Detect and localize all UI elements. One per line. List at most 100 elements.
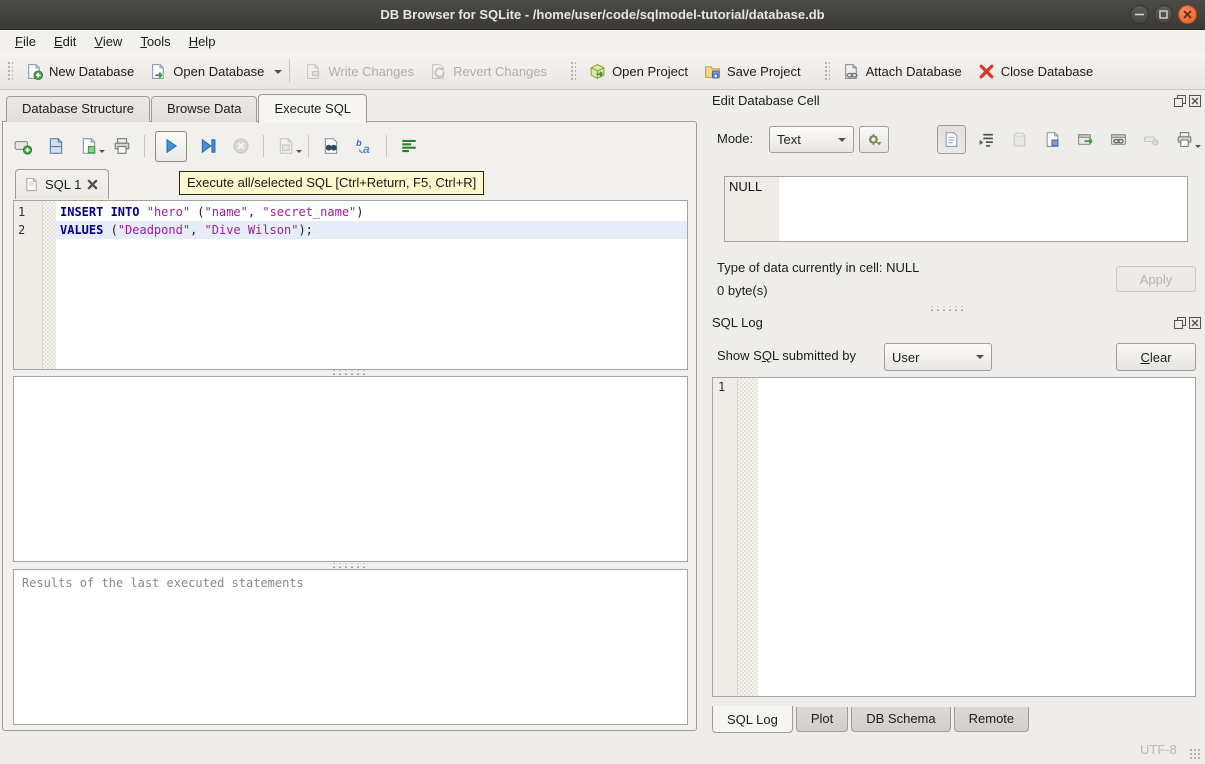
tab-sql-log[interactable]: SQL Log <box>712 706 793 733</box>
menu-help[interactable]: Help <box>180 32 225 51</box>
splitter-handle[interactable] <box>331 563 369 568</box>
main-toolbar: New Database Open Database Write Changes… <box>0 53 1205 90</box>
save-as-icon[interactable] <box>1040 127 1065 152</box>
attach-database-button[interactable]: Attach Database <box>835 58 970 85</box>
tab-remote[interactable]: Remote <box>954 707 1030 732</box>
results-message-pane[interactable]: Results of the last executed statements <box>13 569 688 725</box>
execute-line-icon[interactable] <box>196 134 220 158</box>
sql-log-title: SQL Log <box>712 315 763 330</box>
sql-document-tab[interactable]: SQL 1 <box>15 169 109 199</box>
menubar: File Edit View Tools Help <box>0 30 1205 53</box>
find-icon[interactable] <box>319 134 343 158</box>
save-dropdown-icon[interactable] <box>99 150 105 156</box>
find-replace-icon[interactable]: ba <box>352 134 376 158</box>
print-icon[interactable] <box>110 134 134 158</box>
chevron-down-icon <box>838 138 846 146</box>
float-dock-icon[interactable] <box>1174 317 1186 329</box>
chevron-down-icon <box>976 355 984 363</box>
toolbar-drag-handle[interactable] <box>569 60 576 82</box>
sql-file-icon <box>24 177 39 192</box>
export-cell-icon[interactable] <box>1073 127 1098 152</box>
execute-all-icon <box>162 137 180 155</box>
cell-edit-area[interactable] <box>779 177 1187 241</box>
tab-database-structure[interactable]: Database Structure <box>6 96 150 122</box>
open-project-icon <box>589 63 606 80</box>
window-title: DB Browser for SQLite - /home/user/code/… <box>380 7 824 22</box>
save-project-button[interactable]: Save Project <box>696 58 809 85</box>
set-null-icon <box>1139 127 1164 152</box>
close-database-button[interactable]: Close Database <box>970 58 1102 85</box>
minimize-icon[interactable] <box>1130 5 1149 24</box>
log-filter-select[interactable]: User <box>884 343 992 371</box>
float-dock-icon[interactable] <box>1174 95 1186 107</box>
dock-splitter-handle[interactable] <box>929 306 967 311</box>
open-database-dropdown-icon[interactable] <box>274 70 282 78</box>
close-tab-icon[interactable] <box>87 179 98 190</box>
clear-log-button[interactable]: Clear <box>1116 343 1196 371</box>
execute-all-button[interactable] <box>155 131 187 162</box>
word-wrap-icon[interactable] <box>974 127 999 152</box>
resize-grip[interactable] <box>1189 748 1202 761</box>
export-dropdown-icon <box>296 150 302 156</box>
log-fold-margin <box>738 378 758 696</box>
tab-browse-data[interactable]: Browse Data <box>151 96 257 122</box>
import-data-icon <box>1007 127 1032 152</box>
mode-value: Text <box>777 132 801 147</box>
open-sql-file-icon[interactable] <box>44 134 68 158</box>
main-tab-bar: Database Structure Browse Data Execute S… <box>6 94 368 122</box>
maximize-icon[interactable] <box>1154 5 1173 24</box>
edit-cell-title: Edit Database Cell <box>712 93 820 108</box>
close-dock-icon[interactable] <box>1189 317 1201 329</box>
toolbar-separator <box>289 59 290 83</box>
attach-database-icon <box>843 63 860 80</box>
tab-db-schema[interactable]: DB Schema <box>851 707 950 732</box>
mode-label: Mode: <box>717 131 753 146</box>
auto-switch-mode-button[interactable] <box>859 126 889 153</box>
print-cell-icon[interactable] <box>1172 127 1197 152</box>
encoding-indicator: UTF-8 <box>1140 742 1177 757</box>
apply-button: Apply <box>1116 266 1196 292</box>
text-mode-toggle[interactable] <box>937 125 966 154</box>
results-grid-pane[interactable] <box>13 376 688 562</box>
menu-file[interactable]: File <box>6 32 45 51</box>
open-database-button[interactable]: Open Database <box>142 58 272 85</box>
sql-line-1: INSERT INTO "hero" ("name", "secret_name… <box>56 203 687 221</box>
menu-edit[interactable]: Edit <box>45 32 85 51</box>
sql-toolbar-separator <box>144 135 145 157</box>
stop-icon <box>229 134 253 158</box>
edit-cell-dock-icons <box>1174 95 1201 107</box>
execute-tooltip: Execute all/selected SQL [Ctrl+Return, F… <box>179 171 484 195</box>
new-tab-icon[interactable] <box>11 134 35 158</box>
results-placeholder: Results of the last executed statements <box>22 576 304 590</box>
save-project-icon <box>704 63 721 80</box>
code-area[interactable]: INSERT INTO "hero" ("name", "secret_name… <box>56 201 687 369</box>
log-line-number: 1 <box>713 378 738 696</box>
close-dock-icon[interactable] <box>1189 95 1201 107</box>
sql-log-dock-icons <box>1174 317 1201 329</box>
mode-select[interactable]: Text <box>769 126 854 153</box>
toolbar-drag-handle[interactable] <box>823 60 830 82</box>
sql-editor[interactable]: 1 2 INSERT INTO "hero" ("name", "secret_… <box>13 200 688 370</box>
log-filter-label: Show SQL submitted by <box>717 348 856 363</box>
cell-editor[interactable]: NULL <box>724 176 1188 242</box>
dock-tab-bar: SQL Log Plot DB Schema Remote <box>712 707 1032 733</box>
svg-text:b: b <box>356 138 362 148</box>
new-database-button[interactable]: New Database <box>18 58 142 85</box>
open-project-button[interactable]: Open Project <box>581 58 696 85</box>
cell-value-label: NULL <box>725 177 779 241</box>
tab-plot[interactable]: Plot <box>796 707 848 732</box>
save-sql-file-icon[interactable] <box>77 134 101 158</box>
menu-tools[interactable]: Tools <box>131 32 179 51</box>
splitter-handle[interactable] <box>331 370 369 375</box>
write-changes-icon <box>305 63 322 80</box>
menu-view[interactable]: View <box>85 32 131 51</box>
cell-toolbar <box>937 125 1197 153</box>
sql-log-view[interactable]: 1 <box>712 377 1196 697</box>
window-controls <box>1130 5 1197 24</box>
close-icon[interactable] <box>1178 5 1197 24</box>
link-icon[interactable] <box>1106 127 1131 152</box>
format-sql-icon[interactable] <box>397 134 421 158</box>
toolbar-drag-handle[interactable] <box>6 60 13 82</box>
tab-execute-sql[interactable]: Execute SQL <box>258 94 367 123</box>
sql-toolbar-separator <box>308 135 309 157</box>
